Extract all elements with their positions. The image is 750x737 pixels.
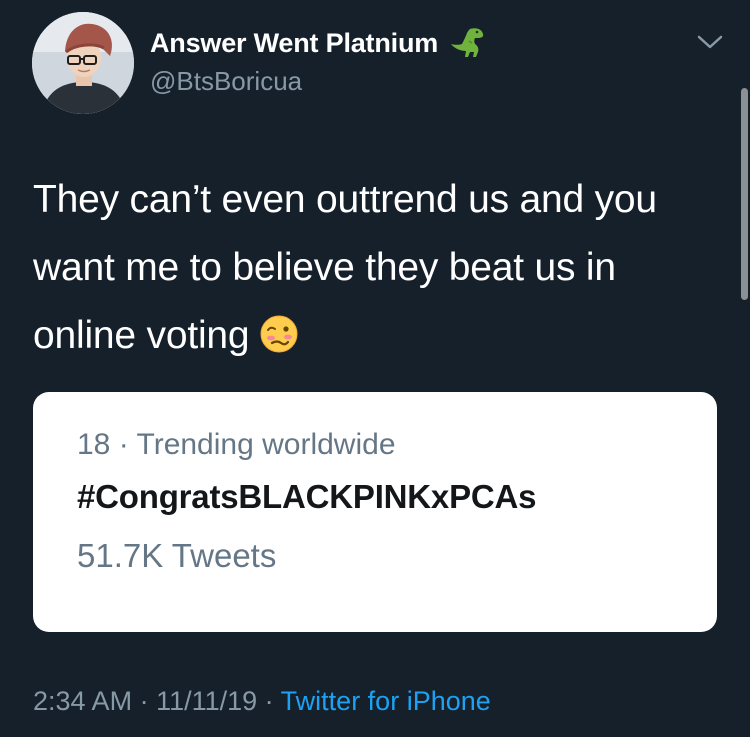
footer-separator: · <box>132 686 157 716</box>
avatar-photo <box>32 12 134 114</box>
avatar[interactable] <box>32 12 134 114</box>
trend-hashtag[interactable]: #CongratsBLACKPINKxPCAs <box>77 478 537 516</box>
trend-card[interactable]: 18 · Trending worldwide #CongratsBLACKPI… <box>33 392 717 632</box>
name-row: Answer Went Platnium <box>150 26 488 60</box>
trend-rank: 18 · Trending worldwide <box>77 428 396 461</box>
tweet-source-link[interactable]: Twitter for iPhone <box>281 686 491 716</box>
trend-tweet-count: 51.7K Tweets <box>77 537 277 574</box>
tweet-text-content: They can’t even outtrend us and you want… <box>33 178 657 357</box>
tweet-time[interactable]: 2:34 AM <box>33 686 132 716</box>
t-rex-emoji-icon <box>451 28 484 57</box>
footer-separator: · <box>257 686 281 716</box>
chevron-down-icon[interactable] <box>696 32 724 52</box>
woozy-face-emoji-icon <box>260 315 298 353</box>
tweet-header: Answer Went Platnium @BtsBoricua <box>150 26 488 97</box>
scrollbar[interactable] <box>741 88 748 300</box>
tweet-text: They can’t even outtrend us and you want… <box>33 166 723 370</box>
handle[interactable]: @BtsBoricua <box>150 66 488 97</box>
tweet: Answer Went Platnium @BtsBoricua They ca… <box>0 0 750 737</box>
tweet-footer: 2:34 AM · 11/11/19 · Twitter for iPhone <box>33 686 491 717</box>
tweet-date[interactable]: 11/11/19 <box>156 686 257 716</box>
display-name[interactable]: Answer Went Platnium <box>150 28 438 59</box>
